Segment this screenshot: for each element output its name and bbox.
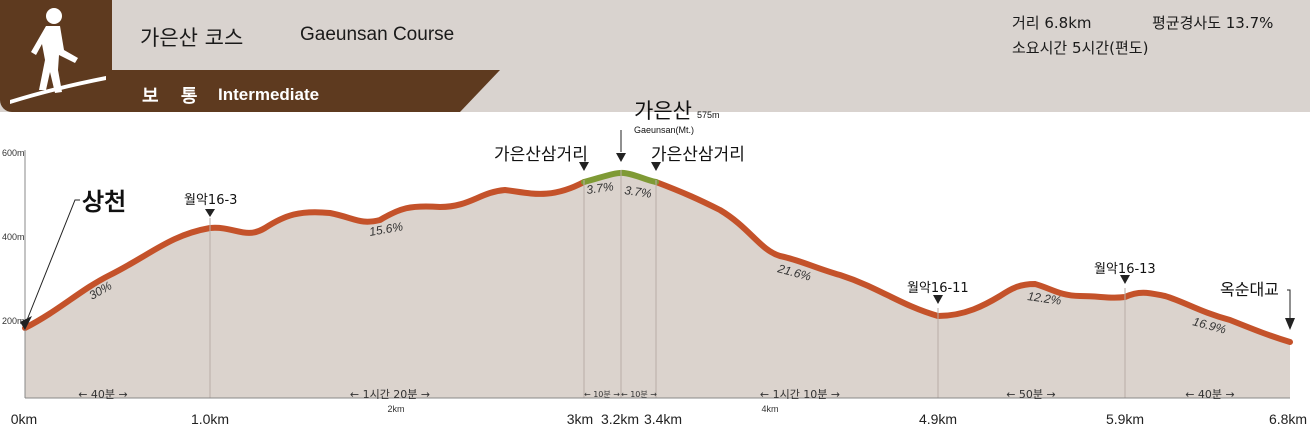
place-end: 옥순대교 xyxy=(1220,280,1279,299)
duration-segment-7: ← 40분 → xyxy=(1185,388,1235,401)
x-tick-3.2km: 3.2km xyxy=(601,411,639,427)
place-wol16-11: 월악16-11 xyxy=(907,281,969,296)
y-tick-200: 200m xyxy=(2,316,25,326)
x-minor-4km: 4km xyxy=(761,404,778,414)
duration-segment-4: ← 10분 → xyxy=(621,390,657,399)
y-tick-600: 600m xyxy=(2,148,25,158)
end-leader-line xyxy=(1287,289,1291,320)
x-tick-6.8km: 6.8km xyxy=(1269,411,1307,427)
x-tick-0km: 0km xyxy=(11,411,37,427)
elevation-profile: 600m 400m 200m 0km 1.0km 3km 3.2km 3.4km… xyxy=(2,99,1307,427)
summit-height: 575m xyxy=(697,110,720,120)
marker-wol16-11 xyxy=(933,295,943,304)
summit-en: Gaeunsan(Mt.) xyxy=(634,125,694,135)
place-junction-right: 가은산삼거리 xyxy=(651,145,745,165)
marker-wol16-3 xyxy=(205,209,215,217)
duration-segment-6: ← 50분 → xyxy=(1006,388,1056,401)
x-tick-4.9km: 4.9km xyxy=(919,411,957,427)
place-wol16-13: 월악16-13 xyxy=(1094,262,1156,277)
x-tick-3km: 3km xyxy=(567,411,593,427)
x-tick-1km: 1.0km xyxy=(191,411,229,427)
place-summit: 가은산 xyxy=(634,99,692,123)
place-wol16-3: 월악16-3 xyxy=(184,193,237,208)
x-minor-2km: 2km xyxy=(387,404,404,414)
place-start: 상천 xyxy=(82,188,126,216)
x-tick-3.4km: 3.4km xyxy=(644,411,682,427)
x-tick-5.9km: 5.9km xyxy=(1106,411,1144,427)
place-junction-left: 가은산삼거리 xyxy=(494,145,588,165)
duration-segment-3: ← 10분 → xyxy=(584,390,620,399)
duration-segment-1: ← 40분 → xyxy=(78,388,128,401)
y-tick-400: 400m xyxy=(2,232,25,242)
duration-segment-5: ← 1시간 10분 → xyxy=(760,388,840,401)
marker-summit xyxy=(616,153,626,162)
duration-segment-2: ← 1시간 20분 → xyxy=(350,388,430,401)
